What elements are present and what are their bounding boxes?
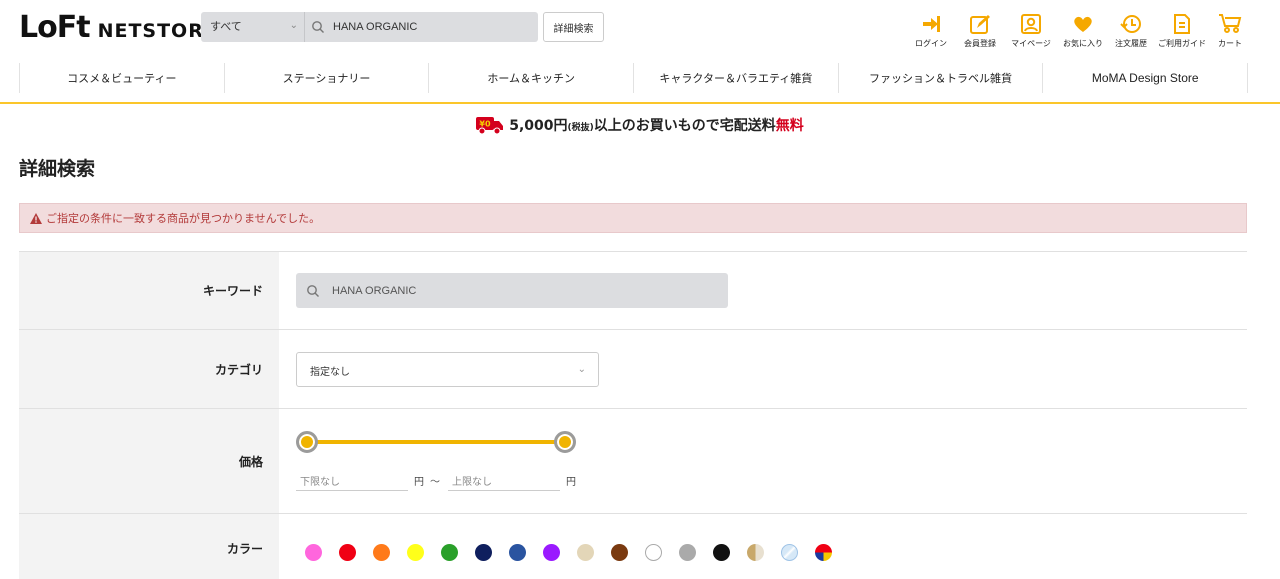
- search-icon: [312, 21, 324, 33]
- color-swatch[interactable]: [475, 544, 492, 561]
- price-inputs: 下限なし 円 〜 上限なし 円: [296, 469, 582, 491]
- promo-badge: ¥0: [480, 120, 492, 129]
- color-swatch[interactable]: [577, 544, 594, 561]
- site-header: LoFt NETSTORE すべて ⌄ HANA ORGANIC 詳細検索 ログ…: [0, 0, 1280, 56]
- price-row: 価格 下限なし 円 〜 上限なし 円: [19, 409, 1247, 514]
- yen-label-min: 円: [414, 476, 424, 488]
- cart-link[interactable]: カート: [1214, 12, 1246, 52]
- color-swatch[interactable]: [713, 544, 730, 561]
- promo-condition: 以上のお買いもので宅配送料: [593, 118, 776, 134]
- mypage-label: マイページ: [1011, 39, 1051, 48]
- logo-sub: NETSTORE: [97, 20, 218, 42]
- heart-icon: [1074, 16, 1092, 32]
- color-swatch[interactable]: [645, 544, 662, 561]
- login-link[interactable]: ログイン: [911, 12, 951, 52]
- header-search-input[interactable]: HANA ORGANIC: [333, 21, 417, 33]
- order-history-label: 注文履歴: [1115, 39, 1147, 48]
- mypage-link[interactable]: マイページ: [1008, 12, 1054, 52]
- price-max-handle[interactable]: [554, 431, 576, 453]
- nav-item-character[interactable]: キャラクター＆バラエティ雑貨: [633, 63, 838, 93]
- keyword-label: キーワード: [19, 252, 279, 329]
- price-min-handle[interactable]: [296, 431, 318, 453]
- search-icon: [307, 284, 319, 297]
- guide-label: ご利用ガイド: [1158, 39, 1206, 48]
- color-swatch[interactable]: [747, 544, 764, 561]
- logo-main: LoFt: [19, 10, 91, 45]
- nav-divider: [0, 102, 1280, 104]
- header-search-bar: すべて ⌄ HANA ORGANIC: [201, 12, 538, 42]
- yen-label-max: 円: [566, 476, 576, 488]
- color-swatch[interactable]: [305, 544, 322, 561]
- favorites-label: お気に入り: [1063, 39, 1103, 48]
- warning-icon: [30, 212, 42, 224]
- register-link[interactable]: 会員登録: [960, 12, 1000, 52]
- promo-amount: 5,000円: [509, 118, 568, 134]
- guide-link[interactable]: ご利用ガイド: [1155, 12, 1209, 52]
- no-results-alert: ご指定の条件に一致する商品が見つかりませんでした。: [19, 203, 1247, 233]
- color-swatch[interactable]: [815, 544, 832, 561]
- alert-message: ご指定の条件に一致する商品が見つかりませんでした。: [46, 212, 321, 225]
- search-scope-select[interactable]: すべて ⌄: [201, 12, 305, 42]
- nav-item-moma[interactable]: MoMA Design Store: [1042, 63, 1249, 93]
- guide-icon: [1174, 14, 1190, 34]
- price-label: 価格: [19, 409, 279, 513]
- history-icon: [1120, 15, 1141, 33]
- shipping-promo-banner[interactable]: ¥0 5,000円(税抜)以上のお買いもので宅配送料無料: [0, 112, 1280, 138]
- advanced-search-button[interactable]: 詳細検索: [543, 12, 604, 42]
- color-swatch[interactable]: [543, 544, 560, 561]
- chevron-down-icon: ⌄: [577, 364, 586, 375]
- promo-text: 5,000円(税抜)以上のお買いもので宅配送料無料: [509, 115, 804, 135]
- category-label: カテゴリ: [19, 330, 279, 408]
- cart-label: カート: [1218, 39, 1242, 48]
- nav-item-home-kitchen[interactable]: ホーム＆キッチン: [428, 63, 633, 93]
- nav-item-cosme[interactable]: コスメ＆ビューティー: [19, 63, 224, 93]
- delivery-truck-icon: ¥0: [476, 117, 504, 135]
- range-tilde: 〜: [430, 476, 440, 488]
- price-min-input[interactable]: 下限なし: [296, 469, 408, 491]
- mypage-icon: [1021, 14, 1041, 34]
- register-label: 会員登録: [964, 39, 996, 48]
- favorites-link[interactable]: お気に入り: [1060, 12, 1106, 52]
- chevron-down-icon: ⌄: [289, 20, 298, 31]
- keyword-input[interactable]: HANA ORGANIC: [296, 273, 728, 308]
- category-value: 指定なし: [310, 367, 350, 378]
- keyword-row: キーワード HANA ORGANIC: [19, 252, 1247, 330]
- category-nav: コスメ＆ビューティー ステーショナリー ホーム＆キッチン キャラクター＆バラエテ…: [19, 63, 1249, 93]
- color-swatch[interactable]: [407, 544, 424, 561]
- color-swatch[interactable]: [441, 544, 458, 561]
- category-row: カテゴリ 指定なし ⌄: [19, 330, 1247, 409]
- price-range-slider[interactable]: [296, 429, 578, 455]
- color-swatch[interactable]: [509, 544, 526, 561]
- login-label: ログイン: [915, 39, 947, 48]
- nav-item-stationery[interactable]: ステーショナリー: [223, 63, 429, 93]
- search-scope-value: すべて: [210, 20, 242, 33]
- promo-free: 無料: [775, 118, 804, 134]
- promo-tax: (税抜): [567, 123, 594, 133]
- order-history-link[interactable]: 注文履歴: [1111, 12, 1151, 52]
- nav-item-fashion-travel[interactable]: ファッション＆トラベル雑貨: [837, 63, 1043, 93]
- cart-icon: [1219, 14, 1242, 33]
- color-swatch[interactable]: [611, 544, 628, 561]
- login-icon: [923, 16, 940, 32]
- price-slider-track: [307, 440, 567, 444]
- color-swatches: [305, 544, 849, 561]
- color-swatch[interactable]: [781, 544, 798, 561]
- color-swatch[interactable]: [373, 544, 390, 561]
- page-title: 詳細検索: [19, 158, 96, 180]
- category-select[interactable]: 指定なし ⌄: [296, 352, 599, 387]
- keyword-value: HANA ORGANIC: [332, 284, 417, 297]
- color-row: カラー: [19, 514, 1247, 579]
- color-swatch[interactable]: [679, 544, 696, 561]
- advanced-search-form: キーワード HANA ORGANIC カテゴリ 指定なし ⌄ 価格 下限なし 円…: [19, 251, 1247, 579]
- price-max-input[interactable]: 上限なし: [448, 469, 560, 491]
- loft-logo[interactable]: LoFt NETSTORE: [19, 10, 218, 46]
- color-label: カラー: [19, 514, 279, 579]
- register-icon: [970, 15, 990, 34]
- color-swatch[interactable]: [339, 544, 356, 561]
